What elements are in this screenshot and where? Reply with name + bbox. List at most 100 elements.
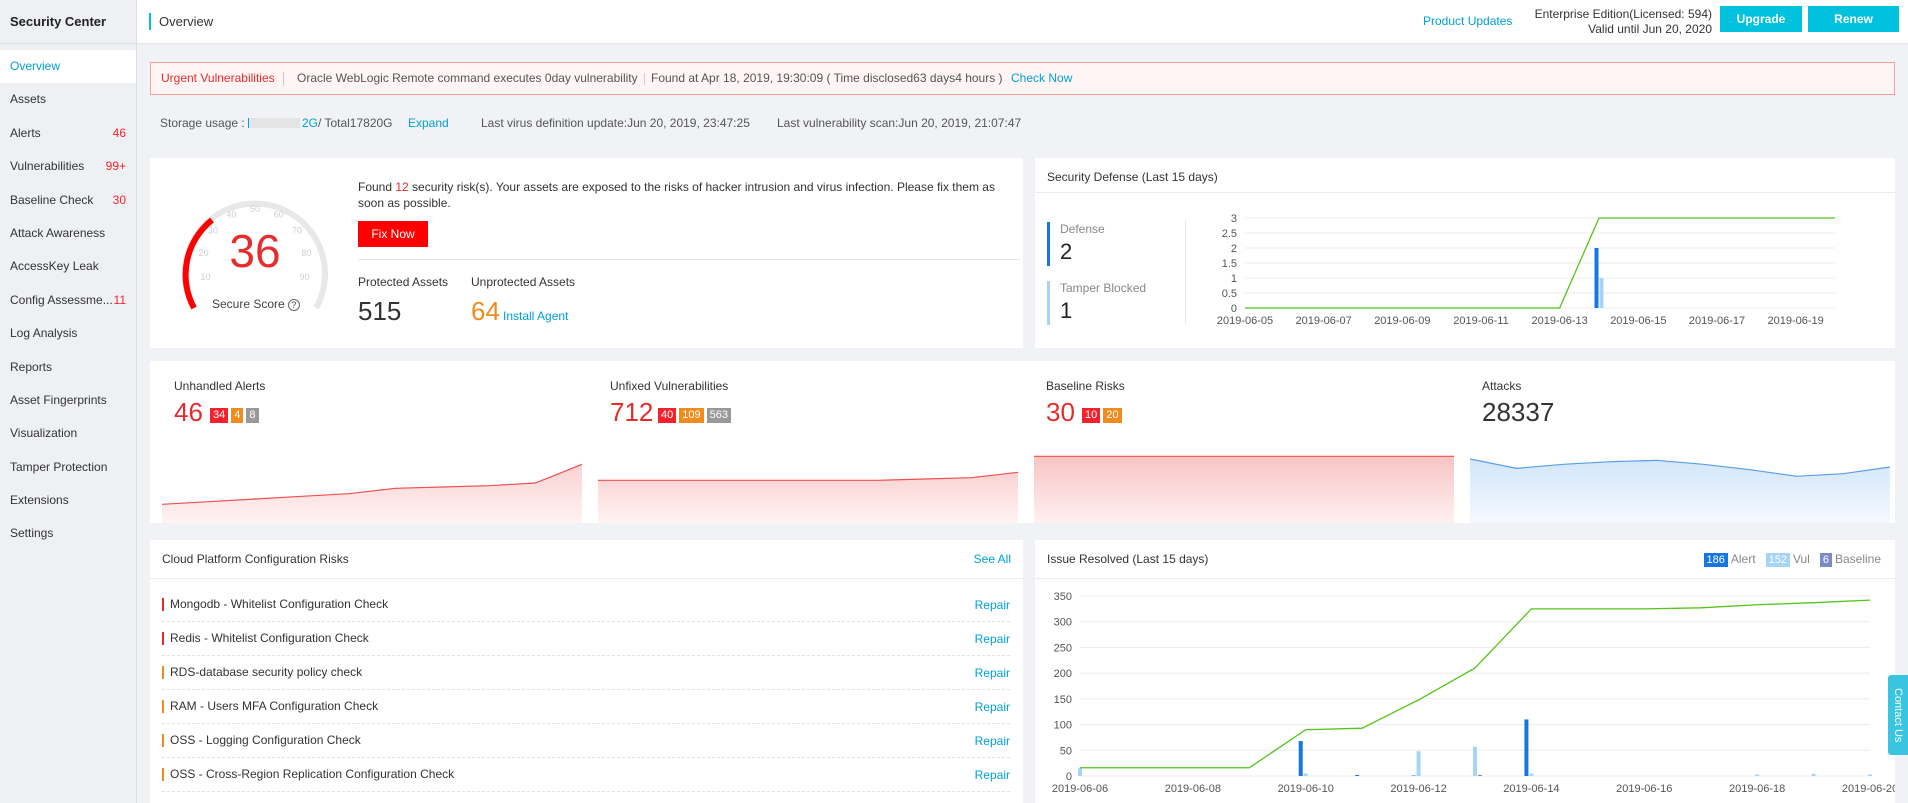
risk-summary: Found 12 security risk(s). Your assets a… — [358, 180, 995, 210]
issue-resolved-title: Issue Resolved (Last 15 days) — [1047, 552, 1209, 566]
x-tick-label: 2019-06-14 — [1503, 783, 1559, 795]
upgrade-button[interactable]: Upgrade — [1720, 6, 1802, 32]
repair-link[interactable]: Repair — [975, 734, 1010, 748]
repair-link[interactable]: Repair — [975, 700, 1010, 714]
secure-score-value: 36 — [229, 225, 281, 277]
storage-label: Storage usage : — [160, 116, 245, 130]
urgent-found-time: Found at Apr 18, 2019, 19:30:09 ( Time d… — [651, 71, 1003, 85]
security-defense-title: Security Defense (Last 15 days) — [1047, 170, 1218, 184]
security-defense-panel: Security Defense (Last 15 days) Defense … — [1035, 158, 1895, 348]
cloud-risk-row: Mongodb - Whitelist Configuration Check R… — [162, 588, 1010, 622]
cloud-risk-row: RDS-database security policy check Repair — [162, 656, 1010, 690]
baseline-risks-card[interactable]: Baseline Risks 30 10 20 — [1022, 361, 1458, 523]
defense-label: Defense — [1060, 222, 1105, 236]
divider — [283, 72, 284, 86]
defense-value: 2 — [1060, 239, 1073, 264]
brand-title: Security Center — [0, 0, 136, 44]
vulnerabilities-count-badge: 99+ — [105, 159, 126, 174]
cloud-risk-row: OSS - Cross-Region Replication Configura… — [162, 758, 1010, 792]
see-all-link[interactable]: See All — [974, 552, 1011, 566]
legend-baseline-count: 6 — [1819, 553, 1832, 567]
storage-total: / Total17820G — [318, 116, 393, 130]
sidebar-item-attack-awareness[interactable]: Attack Awareness — [0, 217, 136, 250]
bar — [1303, 773, 1308, 776]
unhandled-alerts-card[interactable]: Unhandled Alerts 46 34 4 8 — [150, 361, 586, 523]
attacks-card[interactable]: Attacks 28337 — [1458, 361, 1895, 523]
alerts-count-badge: 46 — [112, 125, 126, 140]
sidebar-item-reports[interactable]: Reports — [0, 351, 136, 384]
y-tick-label: 1 — [1231, 273, 1237, 285]
edition-info: Enterprise Edition(Licensed: 594) Valid … — [1535, 7, 1712, 37]
sidebar-item-extensions[interactable]: Extensions — [0, 484, 136, 517]
x-tick-label: 2019-06-19 — [1768, 315, 1824, 327]
y-tick-label: 200 — [1054, 668, 1072, 680]
edition-license: Enterprise Edition(Licensed: 594) — [1534, 7, 1712, 21]
x-tick-label: 2019-06-11 — [1453, 315, 1508, 327]
sidebar-item-alerts[interactable]: Alerts 46 — [0, 117, 136, 150]
sidebar-item-settings[interactable]: Settings — [0, 517, 136, 550]
x-tick-label: 2019-06-09 — [1374, 315, 1430, 327]
y-tick-label: 0 — [1066, 771, 1072, 783]
x-tick-label: 2019-06-13 — [1532, 315, 1588, 327]
divider — [1035, 192, 1895, 193]
x-tick-label: 2019-06-20 — [1842, 783, 1895, 795]
risk-count: 12 — [395, 180, 409, 194]
divider — [644, 73, 645, 85]
sidebar-item-assets[interactable]: Assets — [0, 83, 136, 116]
repair-link[interactable]: Repair — [975, 768, 1010, 782]
sidebar-item-visualization[interactable]: Visualization — [0, 417, 136, 450]
sidebar-item-vulnerabilities[interactable]: Vulnerabilities 99+ — [0, 150, 136, 183]
trend-area — [1470, 459, 1890, 523]
install-agent-link[interactable]: Install Agent — [503, 309, 568, 323]
x-tick-label: 2019-06-15 — [1610, 315, 1666, 327]
unfixed-vulnerabilities-trend — [598, 471, 1018, 523]
baseline-severity-badges: 10 20 — [1082, 407, 1125, 423]
protected-assets-value: 515 — [358, 296, 402, 326]
legend-vul-count: 152 — [1765, 553, 1790, 567]
help-icon[interactable]: ? — [287, 299, 300, 311]
vul-severity-badges: 40 109 563 — [658, 407, 734, 423]
sidebar-item-tamper-protection[interactable]: Tamper Protection — [0, 451, 136, 484]
legend-alert-label: Alert — [1730, 552, 1756, 566]
y-tick-label: 3 — [1231, 213, 1237, 225]
y-tick-label: 50 — [1060, 745, 1072, 757]
product-updates-link[interactable]: Product Updates — [1423, 14, 1512, 28]
storage-progress — [248, 118, 300, 128]
repair-link[interactable]: Repair — [975, 632, 1010, 646]
severity-high-badge: 34 — [210, 408, 229, 423]
y-tick-label: 100 — [1054, 720, 1072, 732]
legend-vul-label: Vul — [1792, 552, 1810, 566]
unhandled-alerts-title: Unhandled Alerts — [174, 379, 266, 393]
sidebar-item-log-analysis[interactable]: Log Analysis — [0, 317, 136, 350]
x-tick-label: 2019-06-16 — [1616, 783, 1672, 795]
unhandled-alerts-trend — [162, 463, 582, 523]
check-now-link[interactable]: Check Now — [1011, 63, 1072, 94]
tamper-blocked-value: 1 — [1060, 298, 1073, 323]
cloud-risk-row: Redis - Whitelist Configuration Check Rep… — [162, 622, 1010, 656]
y-tick-label: 1.5 — [1222, 258, 1237, 270]
baseline-risks-trend — [1034, 455, 1454, 523]
x-tick-label: 2019-06-12 — [1390, 783, 1446, 795]
x-tick-label: 2019-06-06 — [1052, 783, 1108, 795]
sidebar-item-accesskey-leak[interactable]: AccessKey Leak — [0, 250, 136, 283]
issue-resolved-panel: Issue Resolved (Last 15 days) 186 Alert 15… — [1035, 540, 1895, 803]
repair-link[interactable]: Repair — [975, 598, 1010, 612]
unhandled-alerts-value: 46 — [174, 397, 203, 427]
expand-storage-link[interactable]: Expand — [408, 113, 449, 133]
last-vulnerability-scan: Last vulnerability scan:Jun 20, 2019, 21… — [777, 116, 1022, 130]
x-tick-label: 2019-06-18 — [1729, 783, 1785, 795]
contact-us-tab[interactable]: Contact Us — [1888, 675, 1908, 755]
sidebar-item-config-assessment[interactable]: Config Assessme... 11 — [0, 284, 136, 317]
attacks-title: Attacks — [1482, 379, 1522, 393]
sidebar-item-baseline-check[interactable]: Baseline Check 30 — [0, 184, 136, 217]
y-tick-label: 150 — [1054, 694, 1072, 706]
renew-button[interactable]: Renew — [1808, 6, 1899, 32]
bar — [1529, 773, 1534, 776]
sidebar-item-asset-fingerprints[interactable]: Asset Fingerprints — [0, 384, 136, 417]
unfixed-vulnerabilities-card[interactable]: Unfixed Vulnerabilities 712 40 109 563 — [586, 361, 1022, 523]
gauge-tick-label: 40 — [226, 210, 236, 220]
fix-now-button[interactable]: Fix Now — [358, 221, 428, 247]
sidebar-item-overview[interactable]: Overview — [0, 50, 136, 84]
y-tick-label: 300 — [1054, 617, 1072, 629]
repair-link[interactable]: Repair — [975, 666, 1010, 680]
